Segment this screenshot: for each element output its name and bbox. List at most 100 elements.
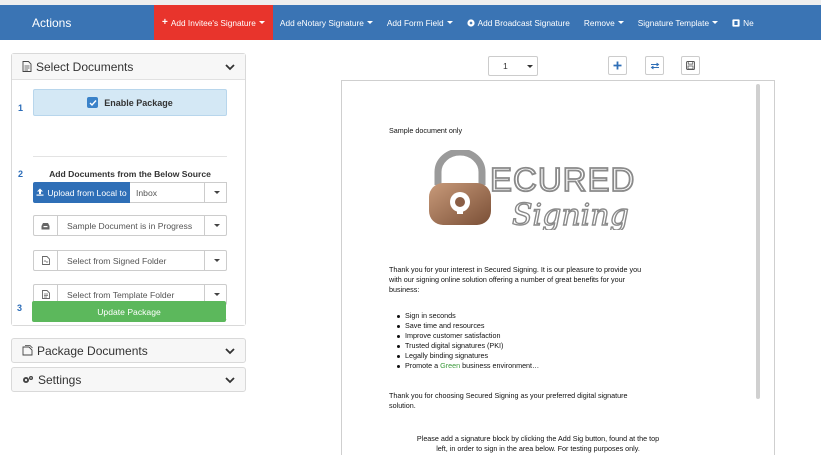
package-documents-panel[interactable]: Package Documents — [11, 338, 246, 363]
dropdown-toggle[interactable] — [204, 216, 226, 235]
menu-label: Add Invitee's Signature — [170, 17, 256, 28]
list-item: Sign in seconds — [396, 311, 539, 321]
list-item: Promote a Green business environment… — [396, 361, 540, 371]
green-highlight: Green — [440, 361, 461, 370]
plus-icon — [613, 61, 622, 70]
caret-down-icon — [527, 65, 533, 68]
inbox-icon — [34, 216, 58, 235]
menu-label: Signature Template — [637, 17, 710, 28]
save-button[interactable] — [681, 56, 700, 75]
enable-package-toggle[interactable]: Enable Package — [33, 89, 227, 116]
text-line: solution. — [389, 401, 416, 410]
enable-package-label: Enable Package — [104, 97, 173, 108]
gears-icon — [22, 375, 34, 385]
chevron-down-icon — [225, 376, 235, 383]
caret-down-icon — [214, 259, 220, 262]
benefits-list: Sign in seconds Save time and resources … — [396, 311, 540, 371]
step-number: 1 — [18, 103, 24, 113]
package-documents-title: Package Documents — [37, 343, 148, 358]
save-icon — [686, 61, 695, 70]
caret-down-icon — [446, 21, 453, 24]
upload-label: Upload from Local to — [47, 187, 127, 198]
divider — [33, 156, 227, 157]
thanks-paragraph: Thank you for choosing Secured Signing a… — [389, 391, 628, 411]
plus-icon: + — [162, 17, 168, 28]
left-panel: Select Documents 1 Enable Package 2 Add … — [11, 53, 246, 326]
zoom-in-button[interactable] — [608, 56, 627, 75]
add-invitee-signature-menu[interactable]: + Add Invitee's Signature — [154, 5, 273, 40]
chevron-down-icon — [225, 63, 235, 70]
dropdown-toggle[interactable] — [204, 183, 226, 202]
menu-label: Remove — [583, 17, 615, 28]
menu-label: Add Form Field — [386, 17, 444, 28]
step-number: 3 — [17, 303, 23, 313]
list-item: Trusted digital signatures (PKI) — [396, 341, 539, 351]
document-icon — [22, 61, 32, 72]
checkbox-checked-icon[interactable] — [87, 97, 99, 108]
top-action-bar: Actions + Add Invitee's Signature Add eN… — [0, 0, 821, 40]
signed-file-icon — [34, 251, 58, 270]
settings-title: Settings — [38, 372, 82, 387]
signature-template-menu[interactable]: Signature Template — [631, 5, 725, 40]
document-heading: Sample document only — [389, 126, 463, 135]
source-signed-folder[interactable]: Select from Signed Folder — [33, 250, 227, 271]
upload-target-value: Inbox — [136, 187, 158, 198]
secured-signing-logo: ECURED Signing — [429, 150, 635, 230]
document-scrollbar[interactable] — [756, 84, 760, 399]
step-number: 2 — [18, 169, 24, 179]
menu-label: Ne — [743, 17, 754, 28]
add-form-field-menu[interactable]: Add Form Field — [380, 5, 460, 40]
caret-down-icon — [214, 224, 220, 227]
package-icon — [22, 345, 33, 356]
menu-label: Add eNotary Signature — [279, 17, 364, 28]
new-menu[interactable]: Ne — [725, 5, 761, 40]
select-documents-title: Select Documents — [36, 59, 134, 74]
add-documents-title: Add Documents from the Below Source — [49, 169, 211, 179]
select-documents-header[interactable]: Select Documents — [12, 54, 245, 80]
source-label: Sample Document is in Progress — [67, 220, 193, 231]
caret-down-icon — [214, 293, 220, 296]
upload-icon — [36, 188, 44, 198]
dropdown-toggle[interactable] — [204, 251, 226, 270]
text-line: Please add a signature block by clicking… — [416, 434, 660, 443]
text-segment: business environment… — [460, 361, 540, 370]
caret-down-icon — [712, 21, 719, 24]
source-in-progress[interactable]: Sample Document is in Progress — [33, 215, 227, 236]
remove-menu[interactable]: Remove — [577, 5, 631, 40]
upload-row: Upload from Local to Inbox — [33, 182, 227, 203]
list-item: Save time and resources — [396, 321, 539, 331]
intro-paragraph: Thank you for your interest in Secured S… — [389, 265, 641, 295]
add-enotary-signature-menu[interactable]: Add eNotary Signature — [273, 5, 380, 40]
logo-text-top: ECURED — [490, 161, 635, 198]
select-documents-panel: Select Documents 1 Enable Package 2 Add … — [11, 53, 246, 326]
add-broadcast-signature-button[interactable]: Add Broadcast Signature — [460, 5, 577, 40]
new-icon — [732, 18, 740, 27]
upload-from-local-button[interactable]: Upload from Local to — [33, 182, 130, 203]
list-item: Improve customer satisfaction — [396, 331, 539, 341]
caret-down-icon — [366, 21, 373, 24]
text-line: left, in order to sign in the area below… — [436, 444, 640, 453]
upload-target-select[interactable]: Inbox — [130, 182, 227, 203]
menu-label: Add Broadcast Signature — [477, 17, 570, 28]
page-number: 1 — [503, 61, 508, 71]
instruction-paragraph: Please add a signature block by clicking… — [380, 434, 696, 454]
text-line: business: — [389, 285, 420, 294]
swap-arrows-icon — [650, 62, 659, 69]
page-select[interactable]: 1 — [488, 56, 538, 76]
text-line: with our signing online solution offerin… — [389, 275, 625, 284]
text-segment: Promote a — [405, 361, 441, 370]
swap-button[interactable] — [645, 56, 664, 75]
source-label: Select from Signed Folder — [67, 255, 167, 266]
caret-down-icon — [214, 191, 220, 194]
source-label: Select from Template Folder — [67, 289, 175, 300]
text-line: Thank you for choosing Secured Signing a… — [389, 391, 628, 400]
caret-down-icon — [258, 21, 265, 24]
update-package-button[interactable]: Update Package — [32, 301, 226, 322]
caret-down-icon — [617, 21, 624, 24]
chevron-down-icon — [225, 347, 235, 354]
select-documents-body: 1 Enable Package 2 Add Documents from th… — [12, 80, 245, 325]
settings-panel[interactable]: Settings — [11, 367, 246, 392]
broadcast-icon — [466, 18, 475, 27]
actions-label: Actions — [32, 15, 72, 30]
text-line: Thank you for your interest in Secured S… — [389, 265, 642, 274]
